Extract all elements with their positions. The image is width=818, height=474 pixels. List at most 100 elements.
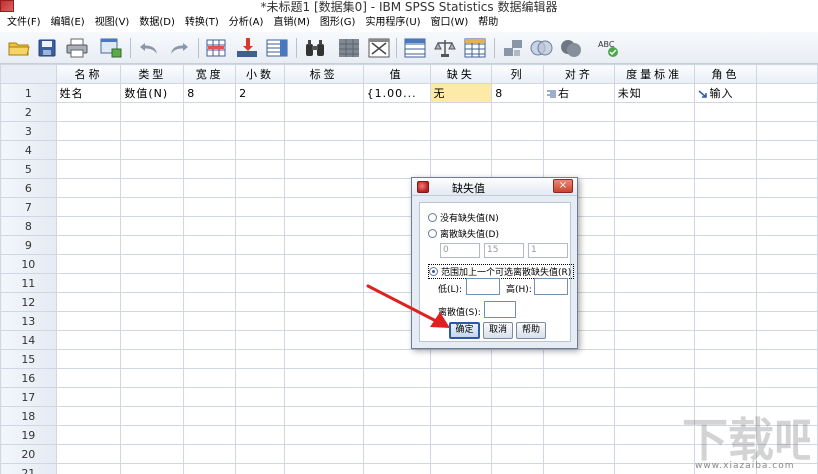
undo-icon[interactable] [136,35,162,61]
cell-values[interactable] [362,121,431,141]
radio-no-missing[interactable]: 没有缺失值(N) [428,211,499,224]
cell-align[interactable] [543,349,615,369]
radio-button[interactable] [428,229,437,238]
menu-direct-marketing[interactable]: 直销(M) [268,14,314,32]
cell-width[interactable] [183,254,237,274]
cell-measure[interactable] [613,292,695,312]
weight-cases-icon[interactable] [432,35,458,61]
cell-width[interactable] [183,311,237,331]
cell-columns[interactable] [491,140,545,160]
col-header-values[interactable]: 值 [362,64,431,84]
select-cases-icon[interactable] [462,35,488,61]
cell-empty[interactable] [756,254,818,274]
cell-width[interactable] [183,444,237,464]
row-number[interactable]: 14 [0,330,57,350]
row-number[interactable]: 3 [0,121,57,141]
dialog-recall-icon[interactable] [98,35,124,61]
cell-columns[interactable] [491,121,545,141]
cell-values[interactable] [362,349,431,369]
value-labels-icon[interactable] [500,35,526,61]
cell-measure[interactable] [613,235,695,255]
cell-columns[interactable] [491,349,545,369]
col-header-label[interactable]: 标签 [283,64,364,84]
cell-empty[interactable] [756,83,818,103]
cell-measure[interactable] [613,197,695,217]
cell-measure[interactable] [613,311,695,331]
cell-columns[interactable] [491,102,545,122]
cell-align[interactable] [543,368,615,388]
discrete-value-1-field[interactable]: 0 [440,243,480,258]
cell-type[interactable] [120,140,185,160]
print-icon[interactable] [64,35,90,61]
cell-label[interactable] [283,349,364,369]
cell-width[interactable] [183,368,237,388]
cell-name[interactable] [55,197,122,217]
cell-decimals[interactable]: 2 [235,83,285,103]
row-number[interactable]: 15 [0,349,57,369]
col-header-role[interactable]: 角色 [693,64,758,84]
cell-measure[interactable] [613,102,695,122]
cell-name[interactable] [55,121,122,141]
cell-columns[interactable] [491,425,545,445]
col-header-missing[interactable]: 缺失 [429,64,493,84]
cell-type[interactable] [120,292,185,312]
menu-graphs[interactable]: 图形(G) [315,14,361,32]
close-icon[interactable]: × [553,179,573,193]
cell-empty[interactable] [756,311,818,331]
cell-empty[interactable] [756,102,818,122]
insert-variable-icon[interactable] [366,35,392,61]
insert-cases-icon[interactable] [336,35,362,61]
dialog-title-bar[interactable]: 缺失值 × [412,178,577,196]
cell-align[interactable] [543,140,615,160]
menu-analyze[interactable]: 分析(A) [224,14,269,32]
cell-missing[interactable] [429,463,493,474]
cell-role[interactable] [693,349,758,369]
row-number[interactable]: 19 [0,425,57,445]
cell-name[interactable] [55,292,122,312]
cell-type[interactable] [120,311,185,331]
cell-decimals[interactable] [235,102,285,122]
cell-measure[interactable]: 未知 [613,83,695,103]
cell-name[interactable] [55,216,122,236]
cell-type[interactable] [120,349,185,369]
cell-width[interactable] [183,235,237,255]
help-button[interactable]: 帮助 [516,322,546,339]
radio-range-plus-discrete[interactable]: 范围加上一个可选离散缺失值(R) [428,264,575,279]
cell-label[interactable] [283,406,364,426]
cell-type[interactable] [120,159,185,179]
cell-measure[interactable] [613,349,695,369]
cell-name[interactable] [55,140,122,160]
cell-decimals[interactable] [235,273,285,293]
low-value-input[interactable] [466,278,500,295]
discrete-value-input[interactable] [484,301,516,318]
cell-width[interactable] [183,406,237,426]
cell-type[interactable] [120,273,185,293]
row-number[interactable]: 12 [0,292,57,312]
show-all-variables-icon[interactable] [558,35,584,61]
cell-label[interactable] [283,178,364,198]
cell-label[interactable] [283,216,364,236]
cell-role[interactable] [693,216,758,236]
cell-decimals[interactable] [235,178,285,198]
cell-name[interactable] [55,349,122,369]
cell-role[interactable] [693,140,758,160]
cell-width[interactable] [183,425,237,445]
col-header-name[interactable]: 名称 [55,64,122,84]
cell-type[interactable] [120,197,185,217]
use-sets-icon[interactable] [528,35,554,61]
cancel-button[interactable]: 取消 [483,322,513,339]
cell-columns[interactable] [491,387,545,407]
cell-empty[interactable] [756,178,818,198]
cell-role[interactable] [693,368,758,388]
cell-empty[interactable] [756,292,818,312]
cell-empty[interactable] [756,368,818,388]
cell-width[interactable] [183,197,237,217]
cell-decimals[interactable] [235,235,285,255]
cell-columns[interactable]: 8 [491,83,545,103]
cell-missing[interactable]: 无 [429,83,493,103]
cell-name[interactable] [55,425,122,445]
cell-name[interactable] [55,254,122,274]
cell-role[interactable] [693,178,758,198]
radio-button-checked[interactable] [429,267,438,276]
cell-missing[interactable] [429,140,493,160]
